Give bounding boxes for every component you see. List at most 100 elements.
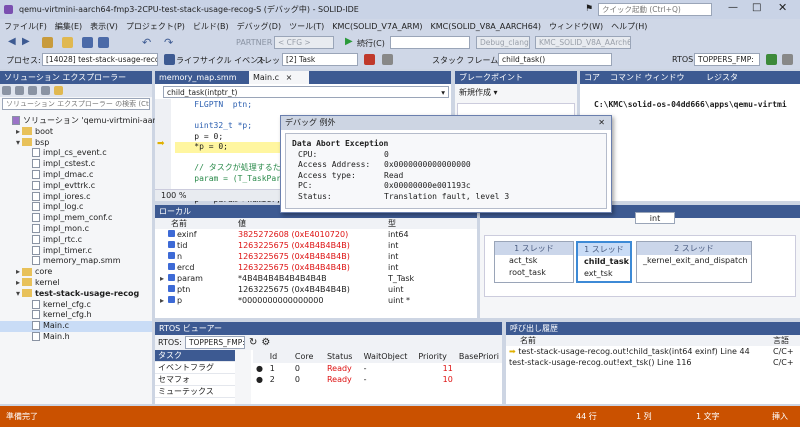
tree-item[interactable]: impl_cstest.c xyxy=(0,159,152,170)
show-all-files-icon[interactable] xyxy=(41,86,50,95)
menu-item[interactable]: デバッグ(D) xyxy=(233,21,285,32)
tree-item[interactable]: impl_timer.c xyxy=(0,245,152,257)
tree-item[interactable]: impl_iores.c xyxy=(0,191,152,203)
home-icon[interactable] xyxy=(2,86,11,95)
tree-item[interactable]: kernel_cfg.h xyxy=(0,310,152,321)
tab-command-window[interactable]: コマンド ウィンドウ xyxy=(606,71,686,84)
dialog-close-button[interactable]: ✕ xyxy=(598,116,605,130)
tree-item[interactable]: impl_evttrk.c xyxy=(0,180,152,192)
close-button[interactable]: ✕ xyxy=(778,1,787,14)
expander-icon[interactable]: ▸ xyxy=(14,278,22,289)
rtos-viewer-dropdown[interactable]: TOPPERS_FMP: xyxy=(184,336,245,349)
back-icon[interactable]: ◀ xyxy=(8,37,19,48)
tree-item[interactable]: ▸ core xyxy=(0,267,152,278)
zoom-level[interactable]: 100 % xyxy=(161,191,186,200)
local-value[interactable]: 1263225675 (0x4B4B4B4B) xyxy=(235,284,385,295)
lifecycle-icon[interactable] xyxy=(164,54,175,65)
new-project-icon[interactable] xyxy=(42,37,53,48)
platform-dropdown[interactable]: KMC_SOLID_V8A_AArch64 xyxy=(535,36,631,49)
flag-thread-icon[interactable] xyxy=(364,54,375,65)
tree-item[interactable]: impl_mon.c xyxy=(0,223,152,235)
function-dropdown[interactable]: child_task(intptr_t) ▾ xyxy=(163,86,449,98)
rtos-category[interactable]: ミューテックス xyxy=(155,386,235,398)
forward-icon[interactable]: ▶ xyxy=(22,37,33,48)
continue-target-dropdown[interactable] xyxy=(390,36,470,49)
new-breakpoint-button[interactable]: 新規作成 ▾ xyxy=(455,84,577,101)
tree-item[interactable]: ▾ test-stack-usage-recog xyxy=(0,289,152,300)
settings-icon[interactable]: ⚙ xyxy=(261,337,270,348)
filter-thread-icon[interactable] xyxy=(382,54,393,65)
tree-item[interactable]: ▸ boot xyxy=(0,127,152,138)
settings-icon[interactable] xyxy=(782,54,793,65)
tab-registers[interactable]: レジスタ xyxy=(688,71,748,84)
continue-button[interactable]: 続行(C) xyxy=(357,38,385,49)
expander-icon[interactable]: ▾ xyxy=(14,289,22,300)
thread-box-2[interactable]: 1 スレッド child_task ext_tsk xyxy=(576,241,632,283)
continue-icon[interactable]: ▶ xyxy=(345,36,353,47)
refresh-icon[interactable] xyxy=(766,54,777,65)
notification-icon[interactable]: ⚑ xyxy=(585,4,593,14)
rtos-viewer-splitter[interactable] xyxy=(235,350,251,404)
tab-main-c[interactable]: Main.c × xyxy=(249,71,309,84)
minimize-button[interactable]: — xyxy=(728,2,738,13)
undo-icon[interactable]: ↶ xyxy=(142,36,151,49)
rtos-category[interactable]: セマフォ xyxy=(155,374,235,386)
tab-core[interactable]: コア xyxy=(580,71,604,84)
tree-item[interactable]: impl_rtc.c xyxy=(0,234,152,246)
collapse-all-icon[interactable] xyxy=(28,86,37,95)
menu-item[interactable]: ビルド(B) xyxy=(189,21,233,32)
tab-close-icon[interactable]: × xyxy=(286,73,293,82)
menu-item[interactable]: KMC(SOLID_V7A_ARM) xyxy=(328,22,426,31)
tree-item[interactable]: ▾ bsp xyxy=(0,138,152,149)
properties-icon[interactable] xyxy=(54,86,63,95)
solution-search-input[interactable]: ソリューション エクスプローラー の検索 (Ctrl+;) xyxy=(2,98,150,110)
expander-icon[interactable]: ▸ xyxy=(158,296,166,305)
callstack-row[interactable]: test-stack-usage-recog.out!ext_tsk() Lin… xyxy=(506,357,800,368)
locals-row[interactable]: ▸ p *0000000000000000 uint * xyxy=(155,295,477,306)
expander-icon[interactable]: ▾ xyxy=(14,138,22,149)
rtos-category[interactable]: イベントフラグ xyxy=(155,362,235,374)
menu-item[interactable]: 表示(V) xyxy=(86,21,122,32)
tree-item[interactable]: ソリューション 'qemu-virtmini-aarch64-fi xyxy=(0,116,183,127)
thread-dropdown[interactable]: [2] Task xyxy=(282,53,358,66)
quick-launch-input[interactable]: クイック起動 (Ctrl+Q) xyxy=(598,3,712,16)
callstack-row[interactable]: ➡ test-stack-usage-recog.out!child_task(… xyxy=(506,346,800,357)
tree-item[interactable]: ▸ kernel xyxy=(0,278,152,289)
sync-icon[interactable] xyxy=(15,86,24,95)
menu-item[interactable]: 編集(E) xyxy=(51,21,86,32)
tree-item[interactable]: impl_mem_conf.c xyxy=(0,213,152,224)
redo-icon[interactable]: ↷ xyxy=(164,36,173,49)
menu-item[interactable]: ヘルプ(H) xyxy=(607,21,651,32)
local-value[interactable]: *0000000000000000 xyxy=(235,295,385,306)
expander-icon[interactable]: ▸ xyxy=(14,267,22,278)
tree-item[interactable]: memory_map.smm xyxy=(0,256,152,267)
thread-box-3[interactable]: 2 スレッド _kernel_exit_and_dispatch xyxy=(636,241,752,283)
expander-icon[interactable]: ▸ xyxy=(14,127,22,138)
thread-box-1[interactable]: 1 スレッド act_tsk root_task xyxy=(494,241,574,283)
refresh-icon[interactable]: ↻ xyxy=(249,337,257,348)
tree-item[interactable]: impl_dmac.c xyxy=(0,169,152,181)
locals-row[interactable]: n 1263225675 (0x4B4B4B4B) int xyxy=(155,251,477,262)
menu-item[interactable]: ファイル(F) xyxy=(0,21,51,32)
main-thread-box[interactable]: int xyxy=(635,212,675,224)
locals-row[interactable]: ptn 1263225675 (0x4B4B4B4B) uint xyxy=(155,284,477,295)
local-value[interactable]: 1263225675 (0x4B4B4B4B) xyxy=(235,240,385,251)
local-value[interactable]: 1263225675 (0x4B4B4B4B) xyxy=(235,251,385,262)
local-value[interactable]: 3825272608 (0xE4010720) xyxy=(235,229,385,240)
menu-item[interactable]: KMC(SOLID_V8A_AARCH64) xyxy=(427,22,545,31)
tree-item[interactable]: impl_log.c xyxy=(0,202,152,213)
locals-row[interactable]: tid 1263225675 (0x4B4B4B4B) int xyxy=(155,240,477,251)
save-all-icon[interactable] xyxy=(98,37,109,48)
tab-memory-map[interactable]: memory_map.smm xyxy=(155,71,247,84)
locals-row[interactable]: exinf 3825272608 (0xE4010720) int64 xyxy=(155,229,477,240)
rtos-dropdown[interactable]: TOPPERS_FMP: xyxy=(694,53,760,66)
cfg-dropdown[interactable]: < CFG > xyxy=(274,36,334,49)
tree-item[interactable]: kernel_cfg.c xyxy=(0,299,152,311)
tree-item[interactable]: Main.c xyxy=(0,321,152,332)
local-value[interactable]: *4B4B4B4B4B4B4B4B xyxy=(235,273,385,284)
locals-row[interactable]: ercd 1263225675 (0x4B4B4B4B) int xyxy=(155,262,477,273)
menu-item[interactable]: ウィンドウ(W) xyxy=(545,21,607,32)
locals-row[interactable]: ▸ param *4B4B4B4B4B4B4B4B T_Task xyxy=(155,273,477,284)
tree-item[interactable]: Main.h xyxy=(0,331,152,343)
expander-icon[interactable]: ▸ xyxy=(158,274,166,283)
